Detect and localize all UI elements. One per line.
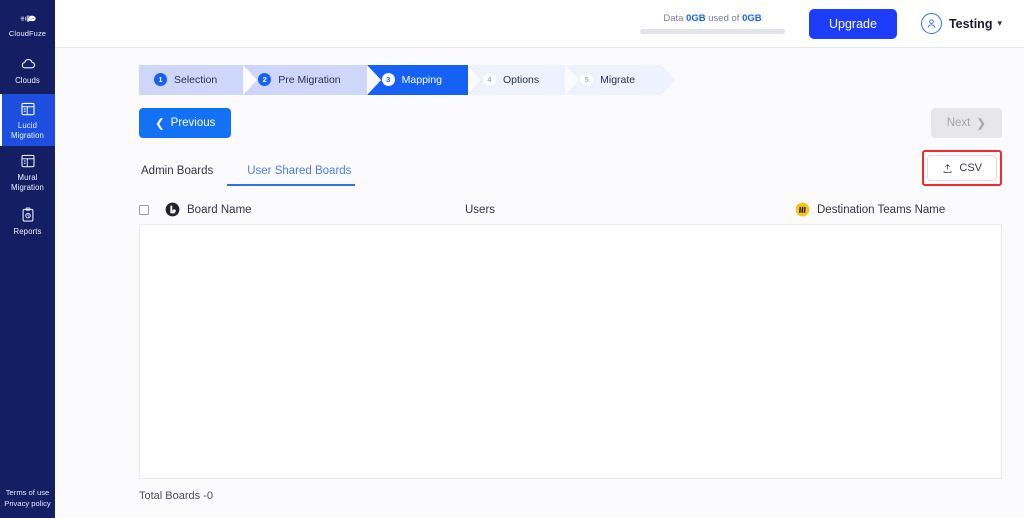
- data-usage: Data 0GB used of 0GB: [639, 13, 785, 34]
- sidebar-footer: Terms of use Privacy policy: [0, 488, 55, 508]
- data-usage-text: Data 0GB used of 0GB: [663, 13, 762, 24]
- data-total-value: 0GB: [742, 13, 762, 24]
- step-selection[interactable]: 1 Selection: [139, 64, 258, 95]
- column-header-destination-teams-name: Destination Teams Name: [795, 202, 1002, 217]
- main-region: Data 0GB used of 0GB Upgrade Testing ▾ 1: [55, 0, 1024, 518]
- step-number: 3: [381, 73, 395, 86]
- app-root: CloudFuze Clouds Lucid Migration Mural M…: [0, 0, 1024, 518]
- step-pre-migration[interactable]: 2 Pre Migration: [243, 64, 382, 95]
- sidebar-item-mural-migration[interactable]: Mural Migration: [0, 146, 55, 198]
- next-button[interactable]: Next ❯: [930, 108, 1002, 138]
- table-body-empty: [139, 225, 1002, 479]
- sidebar-item-reports[interactable]: Reports: [0, 198, 55, 245]
- sidebar-brand[interactable]: CloudFuze: [0, 0, 55, 47]
- clipboard-report-icon: [22, 207, 33, 222]
- column-header-users: Users: [465, 204, 795, 216]
- terms-of-use-link[interactable]: Terms of use: [6, 488, 49, 497]
- previous-button-label: Previous: [170, 117, 216, 129]
- cloudfuze-logo-icon: [20, 14, 36, 22]
- lucid-icon: [165, 202, 180, 217]
- data-usage-bar: [639, 29, 785, 34]
- column-header-destination-teams-name-label: Destination Teams Name: [817, 203, 946, 216]
- sidebar-item-clouds-label: Clouds: [15, 76, 40, 86]
- step-label: Pre Migration: [278, 73, 341, 86]
- step-label: Selection: [174, 73, 218, 86]
- sidebar-item-reports-label: Reports: [13, 227, 42, 237]
- mural-icon: [795, 202, 810, 217]
- navigation-row: ❮ Previous Next ❯: [139, 98, 1002, 138]
- column-header-board-name: Board Name: [165, 202, 465, 217]
- cloud-icon: [21, 59, 35, 69]
- step-label: Options: [502, 73, 540, 86]
- select-all-checkbox[interactable]: [139, 204, 149, 215]
- previous-button[interactable]: ❮ Previous: [139, 108, 232, 138]
- user-menu[interactable]: Testing ▾: [920, 13, 1002, 34]
- step-label: Migrate: [600, 73, 636, 86]
- sidebar-item-lucid-migration-label: Lucid Migration: [11, 121, 44, 140]
- sidebar-brand-label: CloudFuze: [8, 28, 47, 38]
- sidebar: CloudFuze Clouds Lucid Migration Mural M…: [0, 0, 55, 518]
- board-tabs: Admin Boards User Shared Boards: [139, 161, 356, 186]
- step-migrate[interactable]: 5 Migrate: [565, 64, 676, 95]
- tabs-row: Admin Boards User Shared Boards CSV: [139, 150, 1002, 186]
- migration-stepper: 1 Selection 2 Pre Migration 3 Mapping 4 …: [55, 48, 1024, 98]
- step-mapping[interactable]: 3 Mapping: [366, 64, 483, 95]
- column-header-users-label: Users: [465, 203, 496, 216]
- step-number: 1: [154, 73, 167, 86]
- total-boards-label: Total Boards -0: [139, 490, 213, 502]
- select-all-cell: [139, 204, 165, 215]
- upgrade-button[interactable]: Upgrade: [808, 8, 897, 39]
- sidebar-item-clouds[interactable]: Clouds: [0, 47, 55, 94]
- step-number: 2: [258, 73, 272, 86]
- board-layout-icon: [20, 102, 35, 116]
- tab-admin-boards[interactable]: Admin Boards: [139, 161, 227, 186]
- column-header-board-name-label: Board Name: [187, 203, 252, 216]
- chevron-left-icon: ❮: [155, 118, 165, 130]
- board-layout-icon: [20, 154, 35, 168]
- data-used-value: 0GB: [686, 13, 706, 24]
- next-button-label: Next: [946, 117, 971, 129]
- top-header: Data 0GB used of 0GB Upgrade Testing ▾: [55, 0, 1024, 48]
- step-number: 5: [580, 73, 594, 86]
- step-options[interactable]: 4 Options: [467, 64, 580, 95]
- step-label: Mapping: [401, 73, 442, 86]
- user-name-label: Testing: [948, 16, 993, 31]
- upload-icon: [944, 163, 952, 173]
- csv-button-label: CSV: [959, 162, 982, 174]
- privacy-policy-link[interactable]: Privacy policy: [4, 499, 50, 508]
- user-avatar-icon: [920, 13, 942, 34]
- chevron-right-icon: ❯: [976, 118, 986, 130]
- sidebar-item-mural-migration-label: Mural Migration: [11, 173, 44, 192]
- table-header-row: Board Name Users Destination Teams Name: [139, 195, 1002, 225]
- csv-highlight-annotation: CSV: [922, 150, 1002, 186]
- step-number: 4: [482, 73, 496, 86]
- sidebar-item-lucid-migration[interactable]: Lucid Migration: [0, 94, 55, 146]
- tab-user-shared-boards[interactable]: User Shared Boards: [227, 161, 356, 186]
- page-content: ❮ Previous Next ❯ Admin Boards User Shar…: [55, 98, 1024, 518]
- chevron-down-icon: ▾: [997, 18, 1002, 28]
- csv-export-button[interactable]: CSV: [927, 155, 997, 181]
